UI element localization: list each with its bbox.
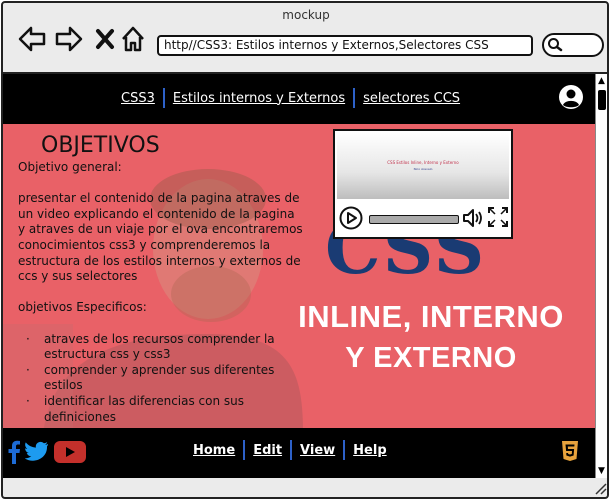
search-icon [548, 38, 563, 52]
search-field[interactable] [542, 33, 604, 57]
vertical-scrollbar[interactable]: ▲ ▼ [595, 74, 607, 478]
banner-line-2: Y EXTERNO [345, 342, 517, 374]
footer-link-help[interactable]: Help [345, 443, 394, 458]
twitter-icon[interactable] [25, 441, 49, 463]
url-field[interactable]: http//CSS3: Estilos internos y Externos,… [157, 35, 533, 56]
play-icon[interactable] [339, 206, 363, 230]
video-player[interactable]: CSS Estilos Inline, Interno y Externo Ni… [333, 129, 513, 239]
social-links [7, 440, 87, 464]
html5-icon [562, 441, 578, 461]
browser-window: mockup http//CSS3: Estilos internos y Ex… [1, 1, 609, 499]
objectives-text: Objetivo general: presentar el contenido… [18, 160, 303, 425]
general-objective-text: presentar el contenido de la pagina atra… [18, 191, 303, 284]
list-item: identificar las diferencias con sus defi… [26, 394, 303, 425]
video-caption: CSS Estilos Inline, Interno y Externo [387, 160, 459, 165]
video-caption-author: Nico Arevalo [413, 167, 433, 171]
volume-icon[interactable] [461, 206, 485, 230]
nav-link-selectores[interactable]: selectores CCS [355, 91, 468, 106]
list-item: comprender y aprender sus diferentes est… [26, 363, 303, 394]
list-item: atraves de los recursos comprender la es… [26, 332, 303, 363]
video-controls [337, 203, 509, 233]
nav-link-css3[interactable]: CSS3 [113, 91, 163, 106]
scroll-up-icon[interactable]: ▲ [598, 76, 605, 86]
footer-nav: Home Edit View Help [185, 440, 395, 460]
nav-link-estilos[interactable]: Estilos internos y Externos [165, 91, 353, 106]
footer-bar: Home Edit View Help [3, 428, 595, 478]
fullscreen-icon[interactable] [487, 206, 509, 228]
back-arrow-icon[interactable] [17, 24, 47, 54]
general-objective-label: Objetivo general: [18, 160, 122, 174]
footer-link-edit[interactable]: Edit [245, 443, 290, 458]
forward-arrow-icon[interactable] [54, 24, 84, 54]
resize-handle-icon[interactable] [593, 481, 607, 495]
facebook-icon[interactable] [7, 440, 21, 464]
top-nav: CSS3 Estilos internos y Externos selecto… [113, 88, 468, 108]
scroll-down-icon[interactable]: ▼ [598, 466, 605, 476]
youtube-icon[interactable] [53, 440, 87, 464]
footer-link-home[interactable]: Home [185, 443, 243, 458]
video-screen[interactable]: CSS Estilos Inline, Interno y Externo Ni… [337, 133, 509, 199]
close-icon[interactable] [91, 24, 121, 54]
specific-objectives-label: objetivos Especificos: [18, 300, 147, 315]
scroll-thumb[interactable] [598, 90, 606, 110]
banner-line-1: INLINE, INTERNO [298, 299, 564, 334]
specific-objectives-list: atraves de los recursos comprender la es… [18, 332, 303, 426]
user-account-icon[interactable] [558, 84, 584, 110]
page-title: OBJETIVOS [41, 133, 160, 158]
top-nav-bar: CSS3 Estilos internos y Externos selecto… [3, 74, 595, 124]
video-progress-bar[interactable] [369, 215, 459, 224]
window-title: mockup [282, 8, 330, 22]
hero-section: CSS INLINE, INTERNO Y EXTERNO OBJETIVOS … [3, 124, 595, 428]
home-icon[interactable] [119, 24, 149, 54]
footer-link-view[interactable]: View [292, 443, 343, 458]
